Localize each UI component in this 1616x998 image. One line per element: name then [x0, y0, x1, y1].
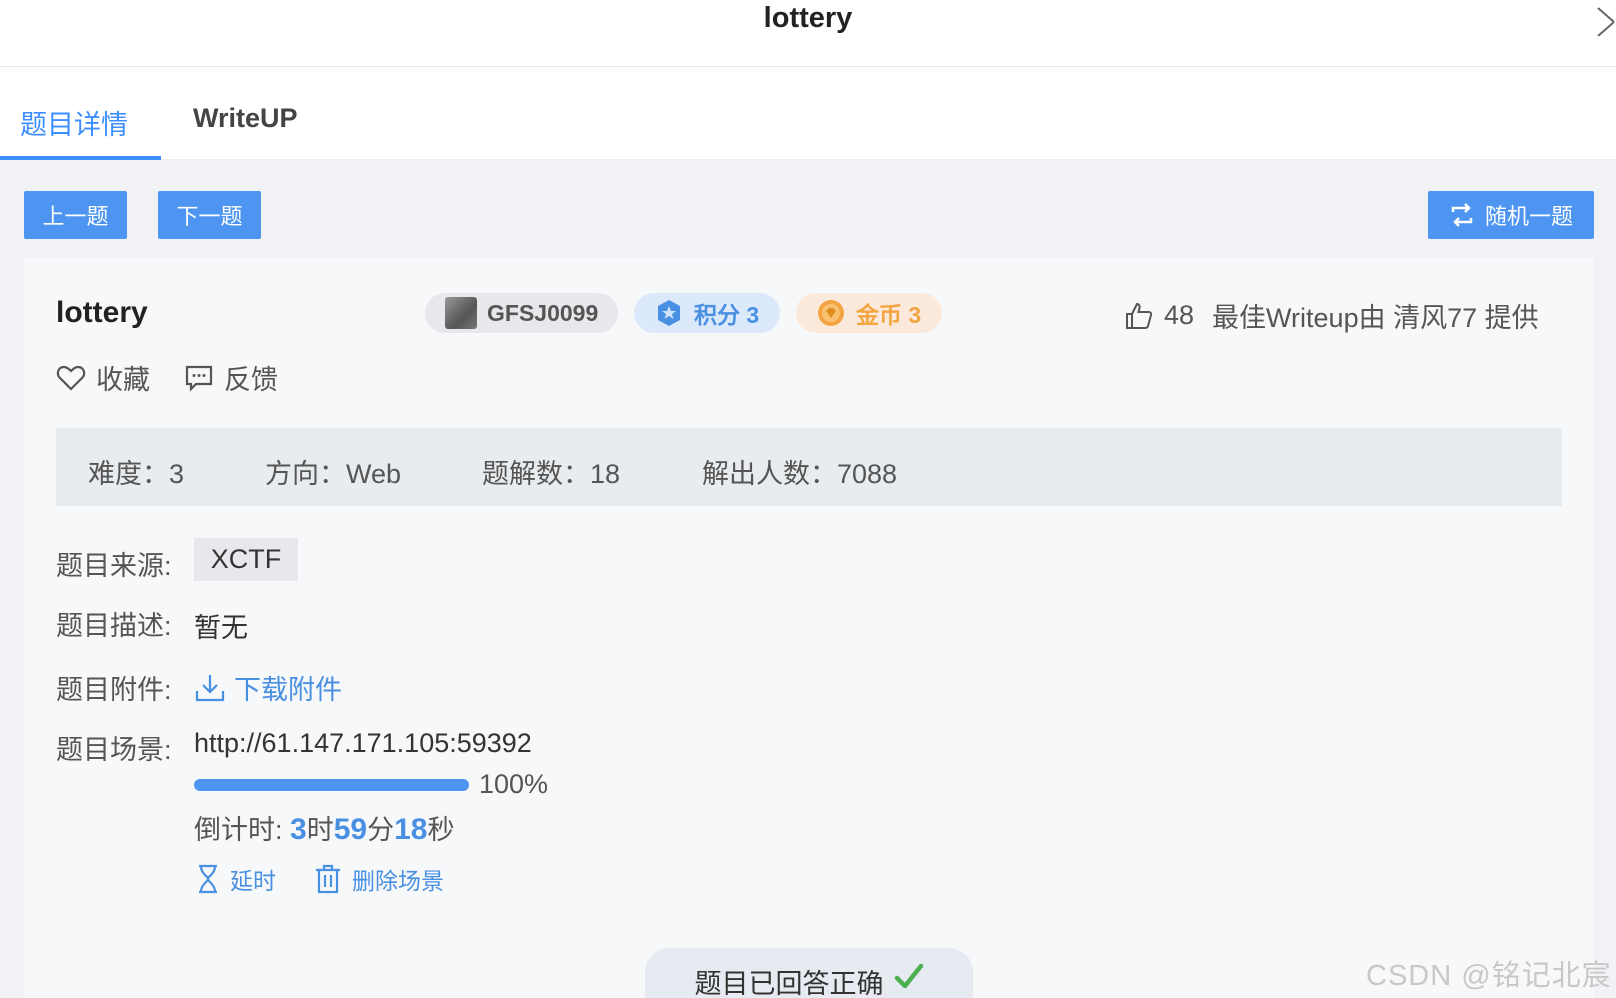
star-badge-icon [658, 300, 680, 326]
thumbs-up-icon[interactable] [1124, 301, 1154, 331]
extend-time-label: 延时 [230, 868, 276, 894]
countdown-hours: 3 [290, 813, 307, 846]
delete-scene-button[interactable]: 删除场景 [314, 862, 444, 896]
comment-icon [185, 365, 213, 392]
solutions-stat: 题解数：18 [482, 459, 621, 489]
challenge-title: lottery [56, 296, 148, 329]
stats-bar: 难度：3 方向：Web 题解数：18 解出人数：7088 [56, 428, 1562, 506]
best-writeup-text[interactable]: 最佳Writeup由 清风77 提供 [1212, 296, 1539, 335]
trash-icon [316, 864, 340, 894]
countdown-seconds: 18 [394, 813, 428, 846]
feedback-button[interactable]: 反馈 [184, 358, 278, 397]
likes-area: 48 最佳Writeup由 清风77 提供 [1124, 296, 1539, 335]
random-button[interactable]: 随机一题 [1428, 191, 1594, 239]
countdown-seconds-unit: 秒 [427, 815, 455, 845]
countdown-minutes-unit: 分 [367, 815, 395, 845]
challenge-code: GFSJ0099 [487, 299, 599, 326]
scene-label: 题目场景: [56, 735, 172, 765]
favorite-button[interactable]: 收藏 [56, 358, 150, 397]
score-badge: 积分 3 [634, 293, 780, 333]
source-label: 题目来源: [56, 551, 172, 581]
scene-progress-bar [194, 779, 469, 791]
solved-status-text: 题目已回答正确 [694, 969, 884, 998]
difficulty-stat: 难度：3 [88, 459, 185, 489]
extend-time-button[interactable]: 延时 [196, 862, 276, 896]
scene-progress-fill [194, 779, 469, 791]
feedback-label: 反馈 [224, 365, 278, 395]
scene-progress-text: 100% [479, 769, 549, 799]
modal-title: lottery [763, 2, 853, 34]
countdown-hours-unit: 时 [306, 815, 334, 845]
solvers-stat: 解出人数：7088 [702, 459, 898, 489]
solved-status: 题目已回答正确 [645, 948, 973, 998]
scene-url[interactable]: http://61.147.171.105:59392 [194, 728, 532, 759]
next-button[interactable]: 下一题 [158, 191, 261, 239]
delete-scene-label: 删除场景 [352, 868, 444, 894]
likes-count: 48 [1164, 300, 1195, 330]
tab-bar: 题目详情 WriteUP [0, 67, 1616, 160]
tab-writeup[interactable]: WriteUP [193, 103, 298, 134]
attachment-label: 题目附件: [56, 675, 172, 705]
gold-text: 金币 3 [856, 302, 922, 328]
challenge-code-badge: GFSJ0099 [425, 293, 618, 333]
description-value: 暂无 [194, 613, 248, 643]
checkmark-icon [894, 963, 923, 989]
close-icon[interactable] [1590, 2, 1616, 36]
download-attachment-label: 下载附件 [234, 675, 342, 705]
coin-icon [818, 300, 844, 326]
gold-badge: 金币 3 [796, 293, 942, 333]
direction-stat: 方向：Web [265, 459, 402, 489]
favorite-label: 收藏 [96, 365, 150, 395]
heart-icon [56, 365, 86, 391]
countdown-minutes: 59 [333, 813, 368, 846]
countdown: 倒计时: 3时59分18秒 [194, 808, 454, 847]
shuffle-icon [1451, 203, 1473, 227]
watermark: CSDN @铭记北宸 [1366, 960, 1612, 992]
avatar [445, 297, 477, 329]
modal-header: lottery [0, 0, 1616, 67]
score-text: 积分 3 [694, 302, 760, 328]
download-icon [195, 674, 225, 701]
tab-details[interactable]: 题目详情 [20, 103, 128, 142]
download-attachment-link[interactable]: 下载附件 [194, 668, 342, 707]
source-tag: XCTF [194, 538, 298, 581]
prev-button[interactable]: 上一题 [24, 191, 127, 239]
countdown-label: 倒计时: [194, 815, 291, 845]
description-label: 题目描述: [56, 611, 172, 641]
hourglass-icon [199, 864, 217, 894]
random-button-label: 随机一题 [1484, 204, 1573, 229]
